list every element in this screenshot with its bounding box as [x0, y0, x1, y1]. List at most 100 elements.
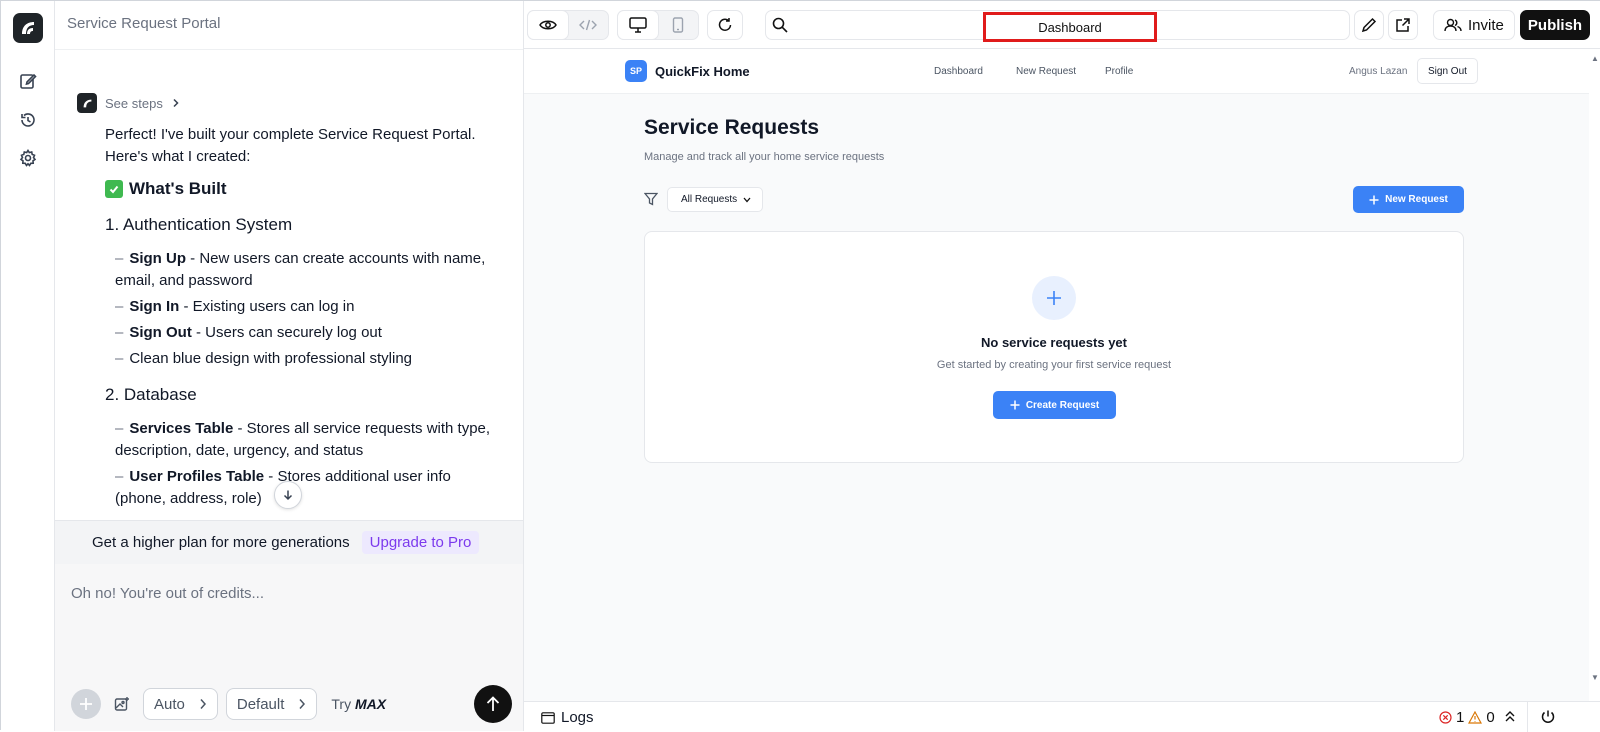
- preview-panel: Dashboard Invite Publish SP QuickFix Hom…: [524, 1, 1600, 732]
- app-logo[interactable]: [13, 13, 43, 43]
- page-title: Service Requests: [644, 116, 820, 139]
- bullet-dash: –: [115, 324, 124, 341]
- max-label: MAX: [354, 696, 387, 712]
- see-steps-toggle[interactable]: See steps: [77, 93, 181, 113]
- upgrade-to-pro-button[interactable]: Upgrade to Pro: [361, 531, 480, 554]
- model-default-label: Default: [236, 695, 285, 713]
- chevron-down-icon: [743, 197, 751, 202]
- scroll-to-bottom-button[interactable]: [274, 481, 302, 509]
- open-external-button[interactable]: [1388, 10, 1418, 40]
- power-icon: [1541, 710, 1554, 723]
- external-link-icon: [1396, 18, 1410, 32]
- checkmark-icon: [105, 180, 123, 198]
- list-item-term: User Profiles Table: [129, 468, 265, 485]
- arrow-down-icon: [283, 490, 293, 501]
- plus-icon: [80, 698, 92, 710]
- nav-dashboard[interactable]: Dashboard: [934, 66, 983, 77]
- invite-button[interactable]: Invite: [1433, 10, 1515, 40]
- section-list: – Services Table - Stores all service req…: [115, 418, 505, 510]
- filter-icon: [644, 192, 658, 206]
- assistant-message: Perfect! I've built your complete Servic…: [105, 124, 505, 520]
- sign-out-button[interactable]: Sign Out: [1417, 58, 1478, 84]
- message-composer[interactable]: Oh no! You're out of credits... Auto Def…: [55, 564, 523, 731]
- message-intro: Perfect! I've built your complete Servic…: [105, 126, 476, 165]
- history-icon[interactable]: [16, 108, 40, 132]
- desktop-view-button[interactable]: [618, 11, 658, 39]
- new-request-button[interactable]: New Request: [1353, 186, 1464, 213]
- list-item: – Sign Up - New users can create accounts…: [115, 248, 505, 292]
- power-button[interactable]: [1527, 702, 1567, 732]
- scroll-up-arrow-icon[interactable]: ▲: [1591, 54, 1599, 63]
- site-brand[interactable]: SP QuickFix Home: [625, 60, 750, 82]
- preview-toolbar: Dashboard Invite Publish: [524, 1, 1600, 49]
- empty-state-plus-icon: [1032, 276, 1076, 320]
- model-default-select[interactable]: Default: [225, 688, 318, 720]
- assistant-avatar: [77, 93, 97, 113]
- error-count: 1: [1456, 709, 1465, 726]
- code-view-button[interactable]: [568, 11, 608, 39]
- edit-icon[interactable]: [16, 69, 40, 93]
- section-heading: 1. Authentication System: [105, 215, 293, 234]
- status-bar: Logs 1 0: [524, 701, 1600, 732]
- chat-panel: Service Request Portal See steps Perfect…: [55, 1, 524, 731]
- add-attachment-button[interactable]: [71, 689, 101, 719]
- refresh-icon: [718, 18, 732, 31]
- create-request-button[interactable]: Create Request: [993, 391, 1116, 419]
- nav-new-request[interactable]: New Request: [1016, 66, 1076, 77]
- brand-badge: SP: [625, 60, 647, 82]
- bullet-dash: –: [115, 468, 124, 485]
- mode-auto-select[interactable]: Auto: [143, 688, 218, 720]
- page-subtitle: Manage and track all your home service r…: [644, 151, 885, 163]
- plus-icon: [1369, 195, 1379, 204]
- arrow-up-icon: [486, 696, 500, 711]
- mode-auto-label: Auto: [154, 695, 185, 713]
- problem-counts[interactable]: 1 0: [1439, 709, 1495, 726]
- refresh-button[interactable]: [707, 10, 743, 40]
- nav-profile[interactable]: Profile: [1105, 66, 1133, 77]
- pencil-icon: [1361, 17, 1377, 33]
- see-steps-label: See steps: [105, 95, 163, 111]
- composer-input[interactable]: Oh no! You're out of credits...: [71, 585, 264, 602]
- chevron-right-icon: [299, 699, 306, 709]
- send-button[interactable]: [474, 685, 512, 723]
- publish-button[interactable]: Publish: [1520, 10, 1590, 40]
- list-item: – Sign Out - Users can securely log out: [115, 322, 505, 344]
- monitor-icon: [629, 17, 647, 33]
- preview-eye-button[interactable]: [528, 11, 568, 39]
- view-mode-toggle: [527, 10, 609, 40]
- list-item-text: Clean blue design with professional styl…: [129, 350, 413, 367]
- built-heading-text: What's Built: [129, 179, 227, 198]
- phone-icon: [672, 17, 684, 33]
- search-icon: [772, 17, 788, 33]
- message-sections: 1. Authentication System – Sign Up - New u…: [105, 214, 505, 510]
- filter-value: All Requests: [681, 194, 738, 205]
- list-item-term: Sign Out: [129, 324, 192, 341]
- empty-state-card: No service requests yet Get started by c…: [644, 231, 1464, 463]
- preview-scrollbar[interactable]: ▲ ▼: [1589, 50, 1600, 701]
- list-item-text: - Existing users can log in: [179, 298, 355, 315]
- logs-button[interactable]: Logs: [541, 709, 594, 726]
- mobile-view-button[interactable]: [658, 11, 698, 39]
- warning-triangle-icon: [1468, 711, 1483, 724]
- empty-state-subtitle: Get started by creating your first servi…: [936, 359, 1172, 371]
- double-chevron-up-icon[interactable]: [1504, 709, 1516, 723]
- upgrade-banner: Get a higher plan for more generations U…: [55, 520, 523, 564]
- new-request-label: New Request: [1385, 194, 1448, 205]
- image-upload-icon[interactable]: [109, 691, 135, 717]
- scroll-down-arrow-icon[interactable]: ▼: [1591, 673, 1599, 682]
- upgrade-text: Get a higher plan for more generations: [92, 534, 350, 551]
- status-filter-select[interactable]: All Requests: [667, 187, 763, 212]
- list-item-term: Services Table: [129, 420, 234, 437]
- bullet-dash: –: [115, 420, 124, 437]
- settings-gear-icon[interactable]: [16, 146, 40, 170]
- try-max-button[interactable]: Try MAX: [331, 696, 386, 712]
- url-route-input[interactable]: Dashboard: [983, 12, 1157, 42]
- chat-messages[interactable]: See steps Perfect! I've built your compl…: [55, 50, 523, 520]
- list-item: – Services Table - Stores all service req…: [115, 418, 505, 462]
- plus-icon: [1010, 400, 1020, 410]
- user-name: Angus Lazan: [1349, 66, 1408, 77]
- bullet-dash: –: [115, 250, 124, 267]
- app-window: Service Request Portal See steps Perfect…: [0, 0, 1600, 732]
- built-heading: What's Built: [105, 178, 505, 200]
- edit-button[interactable]: [1354, 10, 1384, 40]
